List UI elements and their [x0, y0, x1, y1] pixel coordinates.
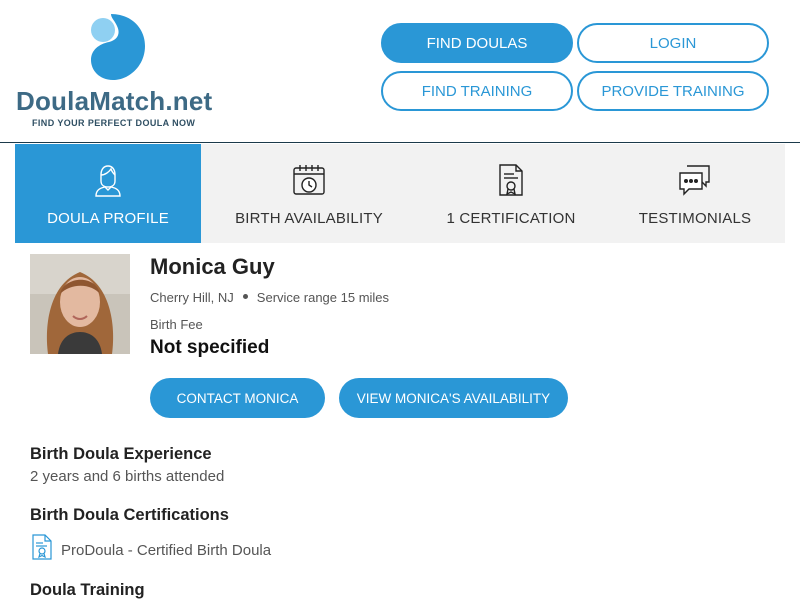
site-header: DoulaMatch.net FIND YOUR PERFECT DOULA N… [0, 0, 800, 143]
certificate-icon [499, 164, 523, 196]
training-heading: Doula Training [30, 581, 145, 599]
certificate-icon [32, 534, 52, 560]
tab-label: DOULA PROFILE [47, 210, 169, 227]
provide-training-button[interactable]: PROVIDE TRAINING [577, 71, 769, 111]
tab-label: TESTIMONIALS [638, 210, 752, 227]
profile-tabs: DOULA PROFILE BIRTH AVAILABILITY 1 CERTI… [15, 144, 785, 243]
tab-certification[interactable]: 1 CERTIFICATION [417, 144, 605, 243]
site-logo[interactable]: DoulaMatch.net FIND YOUR PERFECT DOULA N… [14, 10, 224, 132]
certification-text: ProDoula - Certified Birth Doula [61, 541, 272, 559]
service-range-text: Service range 15 miles [256, 290, 390, 305]
experience-heading: Birth Doula Experience [30, 445, 212, 463]
contact-button[interactable]: CONTACT MONICA [150, 378, 325, 418]
separator-dot [242, 294, 248, 299]
tab-label: BIRTH AVAILABILITY [235, 210, 383, 227]
person-icon [95, 165, 121, 197]
birth-fee-label: Birth Fee [150, 317, 203, 332]
tab-testimonials[interactable]: TESTIMONIALS [605, 144, 785, 243]
experience-text: 2 years and 6 births attended [30, 468, 225, 485]
find-training-button[interactable]: FIND TRAINING [381, 71, 573, 111]
chat-bubbles-icon [679, 165, 710, 196]
logo-wordmark: DoulaMatch.net [16, 86, 213, 116]
view-availability-button[interactable]: VIEW MONICA'S AVAILABILITY [339, 378, 568, 418]
doula-name: Monica Guy [150, 254, 275, 279]
certifications-heading: Birth Doula Certifications [30, 506, 229, 524]
certification-item[interactable]: ProDoula - Certified Birth Doula [30, 534, 271, 560]
logo-tagline: FIND YOUR PERFECT DOULA NOW [32, 118, 196, 128]
logo-mark-icon [91, 14, 145, 80]
avatar [30, 254, 130, 354]
tab-label: 1 CERTIFICATION [446, 210, 576, 227]
profile-photo [30, 254, 130, 354]
tab-doula-profile[interactable]: DOULA PROFILE [15, 144, 201, 243]
location-meta: Cherry Hill, NJ Service range 15 miles [150, 290, 389, 305]
birth-fee-value: Not specified [150, 337, 270, 358]
calendar-clock-icon [293, 165, 325, 195]
login-button[interactable]: LOGIN [577, 23, 769, 63]
find-doulas-button[interactable]: FIND DOULAS [381, 23, 573, 63]
location-text: Cherry Hill, NJ [150, 290, 234, 305]
tab-birth-availability[interactable]: BIRTH AVAILABILITY [201, 144, 417, 243]
